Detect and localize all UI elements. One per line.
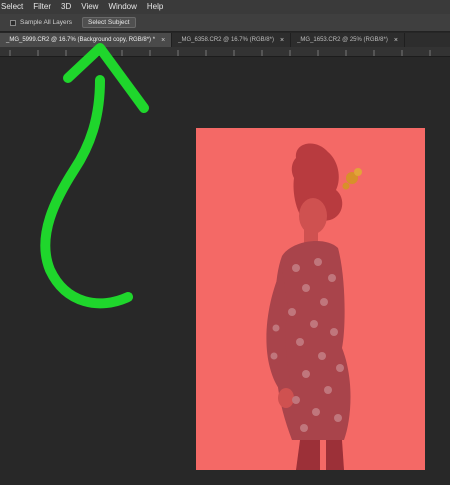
curved-up-arrow-annotation-icon [40, 43, 149, 309]
